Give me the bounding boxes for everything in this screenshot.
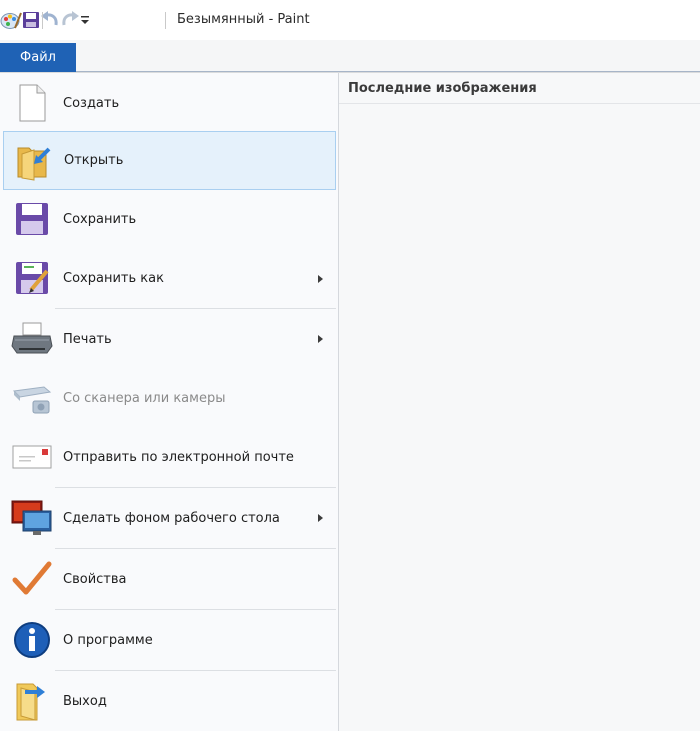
- recent-heading-divider: [339, 103, 700, 104]
- redo-icon[interactable]: [60, 11, 80, 29]
- exit-icon: [16, 683, 45, 721]
- tab-underline: [76, 71, 700, 72]
- separator: [42, 12, 43, 29]
- email-envelope-icon: [12, 445, 52, 469]
- menu-item-label: О программе: [63, 632, 153, 648]
- file-menu: Создать Открыть Сохранить Сохранить как …: [0, 73, 339, 731]
- menu-item-exit[interactable]: Выход: [3, 671, 336, 731]
- menu-item-send-email[interactable]: Отправить по электронной почте: [3, 428, 336, 487]
- submenu-arrow-icon: [318, 274, 323, 283]
- menu-item-label: Отправить по электронной почте: [63, 450, 294, 465]
- submenu-arrow-icon: [318, 514, 323, 522]
- save-disk-icon: [16, 203, 48, 235]
- menu-item-label: Создать: [63, 95, 120, 111]
- menu-item-label: Выход: [63, 693, 107, 709]
- menu-item-about[interactable]: О программе: [3, 610, 336, 670]
- menu-item-label: Сделать фоном рабочего стола: [63, 510, 280, 526]
- menu-item-label: Печать: [63, 331, 112, 347]
- menu-item-label: Сохранить как: [63, 271, 164, 286]
- tab-file[interactable]: Файл: [0, 43, 76, 72]
- undo-icon[interactable]: [40, 11, 60, 29]
- save-icon[interactable]: [22, 11, 40, 29]
- menu-item-properties[interactable]: Свойства: [3, 549, 336, 609]
- menu-item-from-scanner: Со сканера или камеры: [3, 369, 336, 428]
- separator: [165, 12, 166, 29]
- recent-images-heading: Последние изображения: [348, 81, 537, 96]
- title-bar: Безымянный - Paint: [0, 0, 700, 40]
- menu-item-open[interactable]: Открыть: [3, 131, 336, 190]
- ribbon-tab-row: Файл: [0, 40, 700, 73]
- menu-item-print[interactable]: Печать: [3, 309, 336, 369]
- open-folder-icon: [17, 147, 51, 181]
- info-icon: [14, 622, 50, 658]
- menu-item-new[interactable]: Создать: [3, 75, 336, 131]
- customize-dropdown-icon[interactable]: [80, 14, 90, 26]
- scanner-camera-icon: [12, 386, 52, 414]
- menu-item-label: Открыть: [64, 153, 124, 168]
- menu-item-label: Свойства: [63, 571, 127, 587]
- menu-item-save-as[interactable]: Сохранить как: [3, 249, 336, 308]
- checkmark-icon: [12, 561, 52, 595]
- submenu-arrow-icon: [318, 335, 323, 343]
- recent-images-panel: Последние изображения: [339, 73, 700, 731]
- menu-item-save[interactable]: Сохранить: [3, 190, 336, 249]
- paint-app-icon[interactable]: [0, 10, 22, 30]
- menu-item-label: Сохранить: [63, 212, 137, 227]
- save-as-icon: [16, 262, 49, 294]
- menu-item-label: Со сканера или камеры: [63, 391, 226, 406]
- window-title: Безымянный - Paint: [177, 12, 310, 27]
- desktop-background-icon: [11, 500, 52, 535]
- printer-icon: [11, 322, 53, 354]
- new-document-icon: [19, 84, 46, 122]
- menu-item-set-desktop-background[interactable]: Сделать фоном рабочего стола: [3, 488, 336, 548]
